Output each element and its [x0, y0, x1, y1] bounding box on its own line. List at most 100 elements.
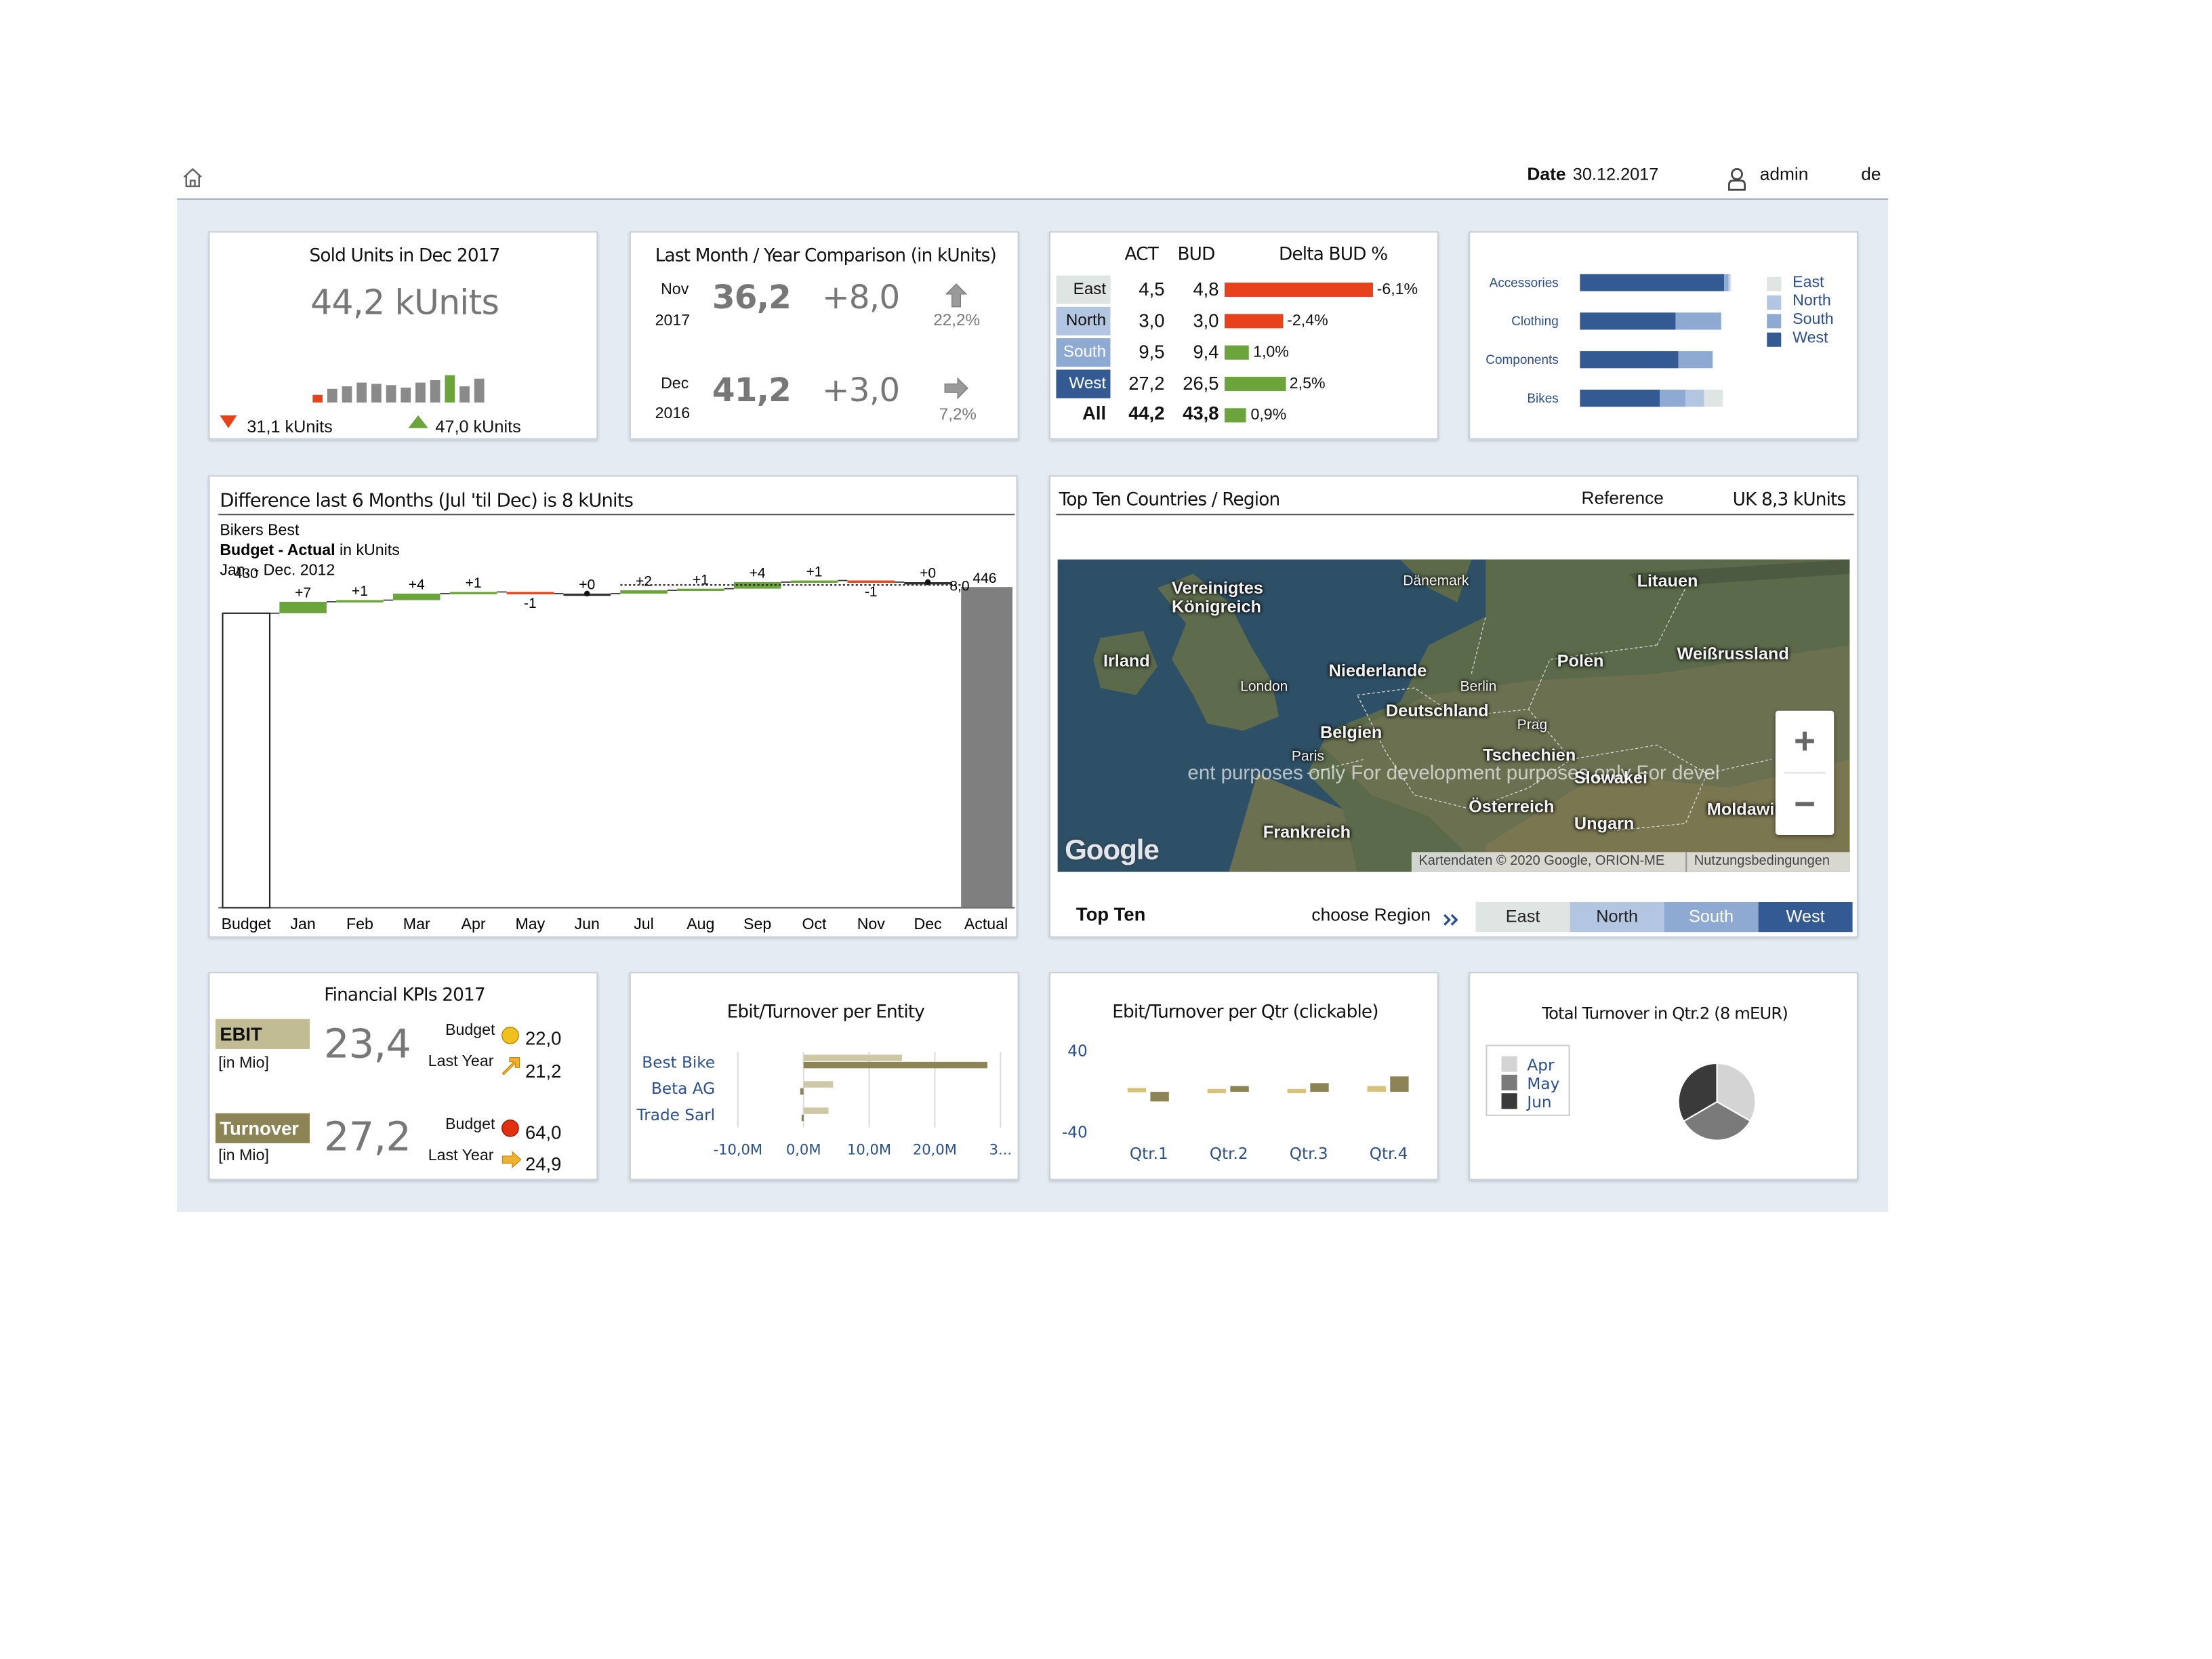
region-total-bud: 43,8: [1183, 402, 1219, 424]
home-icon[interactable]: [183, 167, 203, 188]
qtr-bar: [1230, 1086, 1249, 1092]
qtr-chart[interactable]: 40 -40 Qtr.1 Qtr.2 Qtr.3 Qtr.4: [1050, 973, 1439, 1180]
spark-bar: [371, 384, 382, 403]
waterfall-panel[interactable]: Difference last 6 Months (Jul 'til Dec) …: [208, 475, 1018, 938]
waterfall-delta-label: -1: [524, 596, 537, 611]
region-delta-value: 1,0%: [1253, 344, 1289, 361]
turnover-budget-status-icon: [501, 1119, 519, 1137]
spark-bar: [342, 386, 352, 403]
waterfall-category-label: Aug: [687, 915, 714, 933]
category-chart-panel[interactable]: Accessories Clothing Components Bikes East No…: [1469, 231, 1859, 440]
legend-swatch: [1767, 276, 1782, 291]
comparison-row1-year: 2017: [655, 312, 691, 330]
waterfall-category-label: Oct: [802, 915, 827, 933]
region-label[interactable]: West: [1056, 369, 1111, 398]
legend-swatch: [1767, 332, 1782, 347]
entity-bar: [801, 1114, 804, 1122]
qtr-bar: [1367, 1086, 1386, 1092]
qtr-category-label: Qtr.3: [1290, 1145, 1328, 1163]
region-button-west[interactable]: West: [1758, 901, 1853, 933]
entity-tick-label: 3...: [989, 1141, 1012, 1158]
region-total-act: 44,2: [1128, 402, 1165, 424]
qtr-bar: [1207, 1088, 1227, 1094]
map-label: Dänemark: [1403, 573, 1469, 590]
entity-tick-label: 0,0M: [786, 1141, 821, 1158]
turnover-budget-value: 64,0: [525, 1122, 562, 1143]
region-act: 4,5: [1139, 278, 1165, 300]
user-icon[interactable]: [1727, 167, 1746, 191]
map-label: Prag: [1517, 718, 1548, 734]
category-label: Accessories: [1489, 275, 1559, 290]
spark-bar: [401, 387, 411, 403]
entity-chart-panel[interactable]: Ebit/Turnover per Entity Best Bike Beta A…: [629, 972, 1019, 1181]
map-label: London: [1240, 679, 1288, 695]
spark-bar: [445, 375, 455, 403]
financial-kpis-panel[interactable]: Financial KPIs 2017 EBIT [in Mio] 23,4 B…: [208, 972, 598, 1181]
region-delta-bar: [1224, 376, 1286, 392]
region-label[interactable]: East: [1056, 275, 1111, 304]
waterfall-start-label: 430: [234, 566, 258, 581]
pie-chart-panel[interactable]: Total Turnover in Qtr.2 (8 mEUR) Apr May J…: [1469, 972, 1859, 1181]
region-button-north[interactable]: North: [1570, 901, 1664, 933]
turnover-last-year-label: Last Year: [428, 1147, 494, 1165]
spark-bar: [459, 386, 470, 403]
zoom-out-button[interactable]: −: [1776, 773, 1834, 835]
map-panel[interactable]: Top Ten Countries / Region Reference UK …: [1048, 475, 1859, 938]
region-delta-bar: [1224, 282, 1373, 298]
map-terms-link[interactable]: Nutzungsbedingungen: [1685, 852, 1830, 872]
comparison-panel[interactable]: Last Month / Year Comparison (in kUnits)…: [629, 231, 1019, 440]
waterfall-bar: [506, 592, 554, 594]
waterfall-delta-label: +7: [295, 586, 311, 601]
language-selector[interactable]: de: [1861, 164, 1881, 184]
region-label[interactable]: North: [1056, 306, 1111, 335]
waterfall-delta-label: +0: [920, 566, 936, 581]
turnover-label: Turnover: [216, 1113, 310, 1143]
region-button-east[interactable]: East: [1475, 901, 1570, 933]
entity-bar: [800, 1088, 804, 1095]
qtr-chart-panel[interactable]: Ebit/Turnover per Qtr (clickable) 40 -40 Q…: [1048, 972, 1439, 1181]
waterfall-category-label: Apr: [462, 915, 486, 933]
waterfall-bar: [336, 600, 384, 602]
waterfall-bar: [677, 588, 724, 592]
comparison-row2-pct: 7,2%: [939, 407, 977, 424]
user-name[interactable]: admin: [1760, 164, 1809, 184]
sold-units-panel[interactable]: Sold Units in Dec 2017 44,2 kUnits 31,1 …: [208, 231, 598, 440]
sold-units-min: 31,1 kUnits: [247, 416, 333, 437]
spark-bar: [474, 378, 485, 403]
category-label: Components: [1486, 352, 1559, 367]
qtr-category-label: Qtr.2: [1210, 1145, 1248, 1163]
map-label: Ungarn: [1574, 813, 1635, 834]
zoom-in-button[interactable]: +: [1776, 711, 1834, 773]
region-table-panel[interactable]: ACT BUD Delta BUD % East 4,5 4,8 -6,1% North…: [1048, 231, 1439, 440]
max-up-triangle-icon: [408, 415, 428, 428]
map-title-rule: [1056, 514, 1854, 516]
waterfall-end-label: 446: [972, 571, 996, 586]
entity-tick-label: 20,0M: [913, 1141, 957, 1158]
legend-label: North: [1793, 292, 1831, 310]
col-act-header: ACT: [1124, 243, 1159, 264]
waterfall-bar-budget: [222, 612, 271, 909]
region-total-delta-bar: [1224, 408, 1247, 423]
map-label: Niederlande: [1328, 661, 1427, 681]
col-bud-header: BUD: [1177, 243, 1215, 264]
region-total-delta-value: 0,9%: [1250, 407, 1287, 424]
spark-bar: [430, 380, 441, 403]
category-bar-segment: [1675, 312, 1721, 330]
waterfall-category-label: Nov: [857, 915, 886, 933]
region-button-south[interactable]: South: [1664, 901, 1759, 933]
comparison-row2-delta: +3,0: [822, 372, 900, 410]
category-bar-segment: [1660, 389, 1686, 407]
qtr-category-label: Qtr.4: [1370, 1145, 1408, 1163]
map-view[interactable]: Vereinigtes Königreich Irland Dänemark Lita…: [1057, 559, 1850, 872]
pie-legend-label: Jun: [1525, 1094, 1551, 1111]
map-watermark: ent purposes only For development purpos…: [1187, 760, 1720, 784]
waterfall-bar: [847, 580, 895, 583]
comparison-row1-month: Nov: [661, 281, 689, 299]
waterfall-category-label: Budget: [222, 915, 272, 933]
category-label: Bikes: [1527, 391, 1559, 406]
category-bar-segment: [1704, 389, 1723, 407]
region-label[interactable]: South: [1056, 338, 1111, 367]
pie-legend-swatch: [1501, 1074, 1517, 1090]
double-chevron-right-icon[interactable]: [1443, 914, 1458, 926]
waterfall-delta-label: +4: [409, 577, 425, 593]
